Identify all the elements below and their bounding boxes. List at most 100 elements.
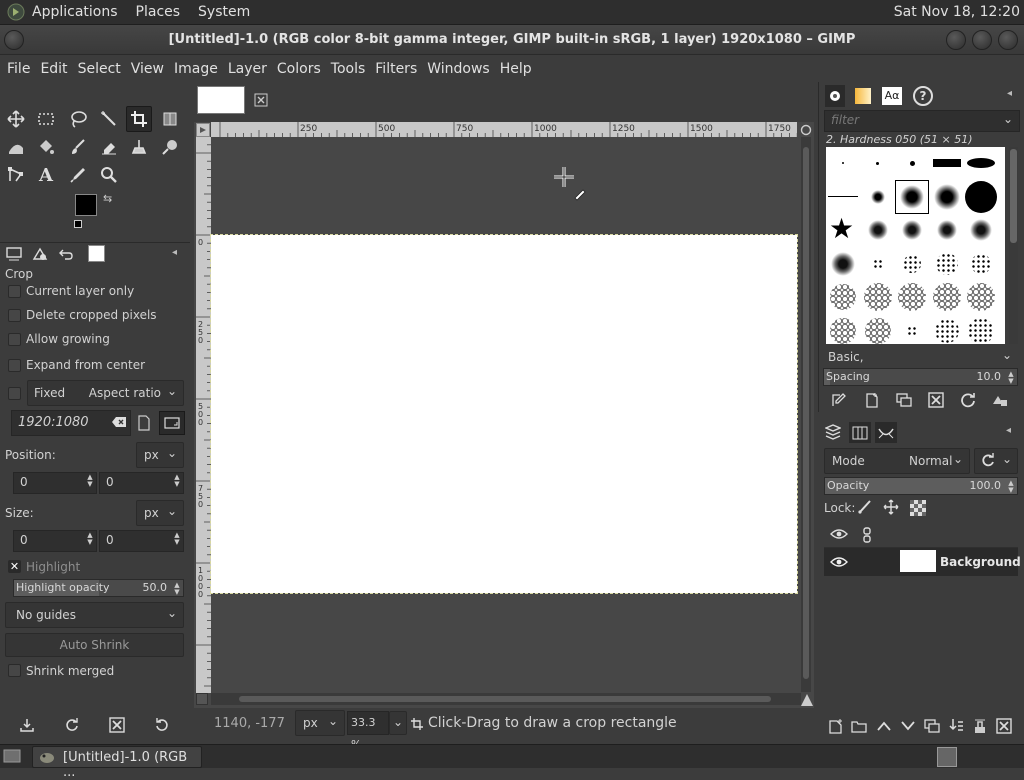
brush-thumbnail[interactable] <box>932 159 961 167</box>
menu-colors[interactable]: Colors <box>277 61 321 77</box>
delete-options-icon[interactable] <box>107 715 127 735</box>
menu-filters[interactable]: Filters <box>375 61 417 77</box>
vertical-ruler[interactable]: 0 250 500 750 1000 <box>196 137 211 693</box>
eraser-icon[interactable] <box>96 134 122 160</box>
raise-layer-icon[interactable] <box>874 716 894 736</box>
new-layer-group-icon[interactable] <box>849 716 869 736</box>
brush-thumbnail[interactable] <box>936 220 957 240</box>
current-layer-only-checkbox[interactable] <box>8 285 21 298</box>
brush-thumbnail[interactable] <box>971 253 991 274</box>
open-brush-as-image-icon[interactable] <box>990 390 1010 410</box>
zoom-input[interactable]: 33.3 % <box>347 711 389 751</box>
patterns-tab-icon[interactable] <box>855 88 871 104</box>
foreground-color[interactable] <box>75 194 97 216</box>
restore-options-icon[interactable] <box>62 715 82 735</box>
brush-thumbnail[interactable] <box>902 220 922 240</box>
refresh-brushes-icon[interactable] <box>958 390 978 410</box>
layer-name[interactable]: Background <box>940 555 1021 569</box>
bucket-fill-icon[interactable] <box>33 134 59 160</box>
brush-filter-input[interactable]: filter <box>824 110 1020 132</box>
vertical-scrollbar[interactable] <box>801 137 811 692</box>
menu-select[interactable]: Select <box>78 61 121 77</box>
unit-dropdown[interactable]: px ⌄ <box>295 710 345 736</box>
auto-shrink-button[interactable]: Auto Shrink <box>5 633 184 657</box>
eye-icon[interactable] <box>830 555 848 569</box>
tool-options-tab-icon[interactable] <box>4 244 24 264</box>
help-tab-icon[interactable]: ? <box>913 86 933 106</box>
layer-opacity-slider[interactable]: Opacity 100.0 ▲ ▼ <box>824 477 1018 495</box>
highlight-opacity-slider[interactable]: Highlight opacity 50.0 ▲ ▼ <box>13 579 184 597</box>
image-tab[interactable] <box>194 82 284 118</box>
brush-thumbnail[interactable] <box>867 220 888 240</box>
smudge-icon[interactable] <box>157 134 183 160</box>
brush-tag-dropdown[interactable]: Basic, ⌄ <box>823 347 1018 367</box>
image-canvas[interactable] <box>210 234 798 594</box>
spin-arrows-icon[interactable]: ▲ ▼ <box>172 582 182 596</box>
new-layer-icon[interactable] <box>826 716 846 736</box>
fuzzy-select-icon[interactable] <box>96 106 122 132</box>
chevron-down-icon[interactable]: ⌄ <box>1003 112 1013 126</box>
menu-view[interactable]: View <box>131 61 164 77</box>
expand-from-center-checkbox[interactable] <box>8 359 21 372</box>
close-button[interactable] <box>998 30 1018 50</box>
maximize-button[interactable] <box>972 30 992 50</box>
zoom-image-icon[interactable] <box>800 124 812 136</box>
configure-tab-icon[interactable]: ◂ <box>1006 425 1011 436</box>
brush-thumbnail[interactable] <box>968 317 994 344</box>
brush-thumbnail[interactable] <box>876 161 879 165</box>
brush-thumbnail[interactable] <box>967 283 995 311</box>
position-unit-dropdown[interactable]: px ⌄ <box>136 442 184 468</box>
taskbar-window-button[interactable]: [Untitled]-1.0 (RGB ... <box>32 746 202 780</box>
edit-brush-icon[interactable] <box>829 390 849 410</box>
paths-tab-icon[interactable] <box>875 422 897 443</box>
duplicate-brush-icon[interactable] <box>894 390 914 410</box>
zoom-dropdown[interactable]: ⌄ <box>389 711 407 735</box>
unified-transform-icon[interactable] <box>157 106 183 132</box>
window-titlebar[interactable]: [Untitled]-1.0 (RGB color 8-bit gamma in… <box>0 25 1024 55</box>
brush-thumbnail[interactable] <box>864 317 891 344</box>
applications-menu[interactable]: Applications <box>32 4 118 20</box>
zoom-navigate-corner[interactable] <box>196 693 208 705</box>
lock-alpha-icon[interactable] <box>910 500 926 516</box>
crop-icon[interactable] <box>126 106 152 132</box>
brush-thumbnail[interactable] <box>828 196 858 197</box>
brushes-tab-icon[interactable] <box>825 85 845 107</box>
horizontal-scrollbar-thumb[interactable] <box>239 696 771 702</box>
close-tab-icon[interactable] <box>254 93 268 107</box>
duplicate-layer-icon[interactable] <box>922 716 942 736</box>
merge-layer-icon[interactable] <box>946 716 966 736</box>
brush-thumbnail[interactable] <box>830 284 856 310</box>
brush-thumbnail[interactable] <box>907 325 917 336</box>
composite-mode-dropdown[interactable]: ⌄ <box>974 448 1018 474</box>
workspace-switcher-icon[interactable] <box>937 747 957 767</box>
clock[interactable]: Sat Nov 18, 12:20 <box>894 4 1020 20</box>
delete-layer-icon[interactable] <box>994 716 1014 736</box>
brush-thumbnail[interactable] <box>830 317 856 344</box>
rect-select-icon[interactable] <box>33 106 59 132</box>
brush-thumbnail[interactable] <box>870 189 885 204</box>
places-menu[interactable]: Places <box>136 4 181 20</box>
system-menu[interactable]: System <box>198 4 250 20</box>
configure-tab-icon[interactable]: ◂ <box>172 247 177 258</box>
brush-thumbnail[interactable] <box>933 183 960 210</box>
menu-tools[interactable]: Tools <box>331 61 366 77</box>
move-icon[interactable] <box>3 106 29 132</box>
brush-thumbnail[interactable] <box>935 252 958 275</box>
brush-thumbnail[interactable] <box>909 160 915 166</box>
brush-thumbnail[interactable] <box>898 283 926 311</box>
images-tab-icon[interactable] <box>88 245 105 262</box>
brush-thumbnail[interactable] <box>900 184 924 209</box>
color-picker-icon[interactable] <box>65 162 91 188</box>
brush-thumbnail[interactable] <box>903 254 921 273</box>
layers-list[interactable]: Background <box>824 520 1021 740</box>
size-unit-dropdown[interactable]: px ⌄ <box>136 500 184 526</box>
delete-brush-icon[interactable] <box>926 390 946 410</box>
landscape-icon[interactable] <box>159 411 185 435</box>
configure-tab-icon[interactable]: ◂ <box>1007 88 1012 99</box>
show-desktop-icon[interactable] <box>3 748 21 764</box>
brush-scrollbar[interactable] <box>1009 147 1018 344</box>
layers-tab-icon[interactable] <box>823 422 843 442</box>
vertical-scrollbar-thumb[interactable] <box>803 147 809 679</box>
brush-thumbnail[interactable] <box>967 158 995 168</box>
brush-thumbnail[interactable] <box>831 251 855 276</box>
